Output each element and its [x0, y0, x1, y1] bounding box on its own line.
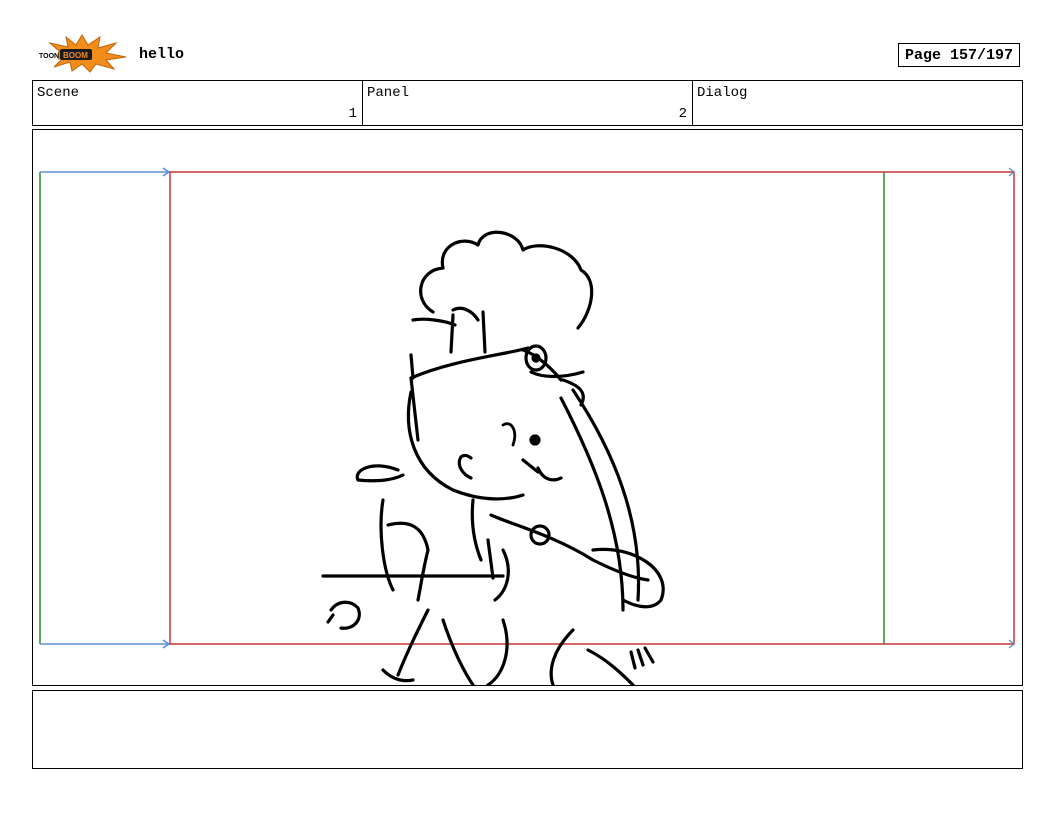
camera-frame	[169, 171, 1015, 645]
dialog-label: Dialog	[697, 85, 748, 101]
toon-boom-logo: TOON BOOM	[34, 33, 130, 73]
logo-text-right: BOOM	[63, 51, 88, 60]
character-sketch	[321, 230, 665, 685]
storyboard-title: hello	[139, 46, 185, 63]
panel-number: 2	[678, 106, 687, 122]
panel-label: Panel	[367, 85, 410, 101]
scene-cell: Scene 1	[33, 81, 363, 125]
drawing-panel	[32, 129, 1023, 686]
logo-text-left: TOON	[39, 53, 59, 60]
safe-frame-left	[39, 167, 171, 649]
panel-cell: Panel 2	[363, 81, 693, 125]
page-indicator: Page 157/197	[898, 43, 1020, 67]
scene-number: 1	[348, 106, 357, 122]
scene-label: Scene	[37, 85, 80, 101]
action-notes[interactable]	[32, 690, 1023, 769]
panel-info-row: Scene 1 Panel 2 Dialog	[32, 80, 1023, 126]
dialog-cell: Dialog	[693, 81, 1022, 125]
